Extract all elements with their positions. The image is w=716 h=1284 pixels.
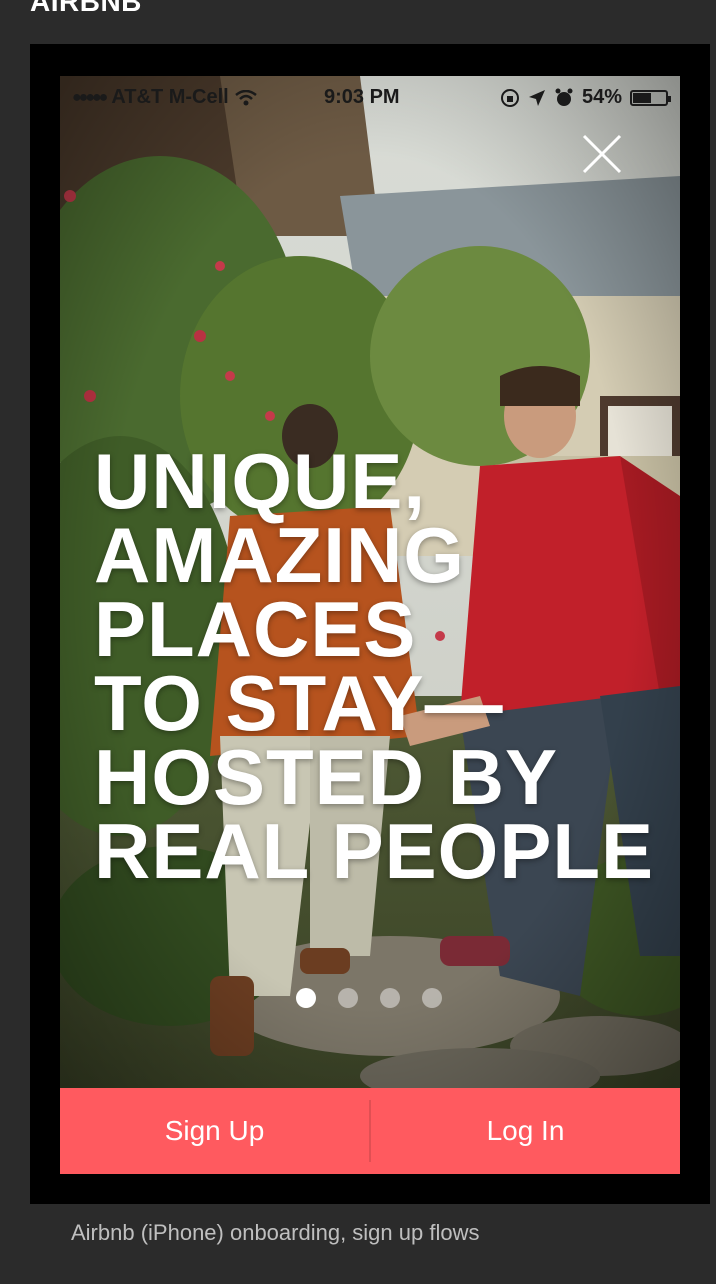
- auth-action-bar: Sign Up Log In: [60, 1088, 680, 1174]
- phone-screen: ●●●●● AT&T M-Cell 9:03 PM 54% UNIQUE, AM…: [60, 76, 680, 1174]
- headline-line: AMAZING: [94, 511, 465, 599]
- page-dot[interactable]: [422, 988, 442, 1008]
- log-in-button[interactable]: Log In: [371, 1088, 680, 1174]
- close-button[interactable]: [580, 132, 624, 176]
- location-icon: [528, 89, 545, 106]
- headline-line: REAL PEOPLE: [94, 807, 655, 895]
- battery-level-fill: [633, 92, 652, 103]
- page-dot[interactable]: [296, 988, 316, 1008]
- onboarding-headline: UNIQUE, AMAZING PLACES TO STAY— HOSTED B…: [94, 437, 655, 895]
- battery-percent: 54%: [581, 86, 622, 108]
- status-time: 9:03 PM: [324, 86, 400, 108]
- page-dot[interactable]: [380, 988, 400, 1008]
- page-dot[interactable]: [338, 988, 358, 1008]
- screenshot-caption: Airbnb (iPhone) onboarding, sign up flow…: [71, 1220, 480, 1245]
- status-bar: ●●●●● AT&T M-Cell 9:03 PM 54%: [60, 76, 680, 116]
- battery-icon: [630, 89, 671, 106]
- alarm-icon: [555, 88, 573, 106]
- signal-dots-icon: ●●●●●: [72, 88, 108, 106]
- page-indicator[interactable]: [296, 988, 442, 1008]
- sign-up-button[interactable]: Sign Up: [60, 1088, 369, 1174]
- carrier-group: ●●●●● AT&T M-Cell: [72, 86, 257, 109]
- headline-line: PLACES: [94, 585, 417, 673]
- headline-line: UNIQUE,: [94, 437, 427, 525]
- lock-rotation-icon: [500, 88, 519, 107]
- page-header: AIRBNB: [30, 0, 142, 17]
- close-icon: [582, 134, 622, 174]
- carrier-label: AT&T M-Cell: [111, 86, 229, 108]
- status-right-group: 54%: [500, 86, 671, 109]
- headline-line: HOSTED BY: [94, 733, 559, 821]
- headline-line: TO STAY—: [94, 659, 504, 747]
- wifi-icon: [234, 89, 257, 105]
